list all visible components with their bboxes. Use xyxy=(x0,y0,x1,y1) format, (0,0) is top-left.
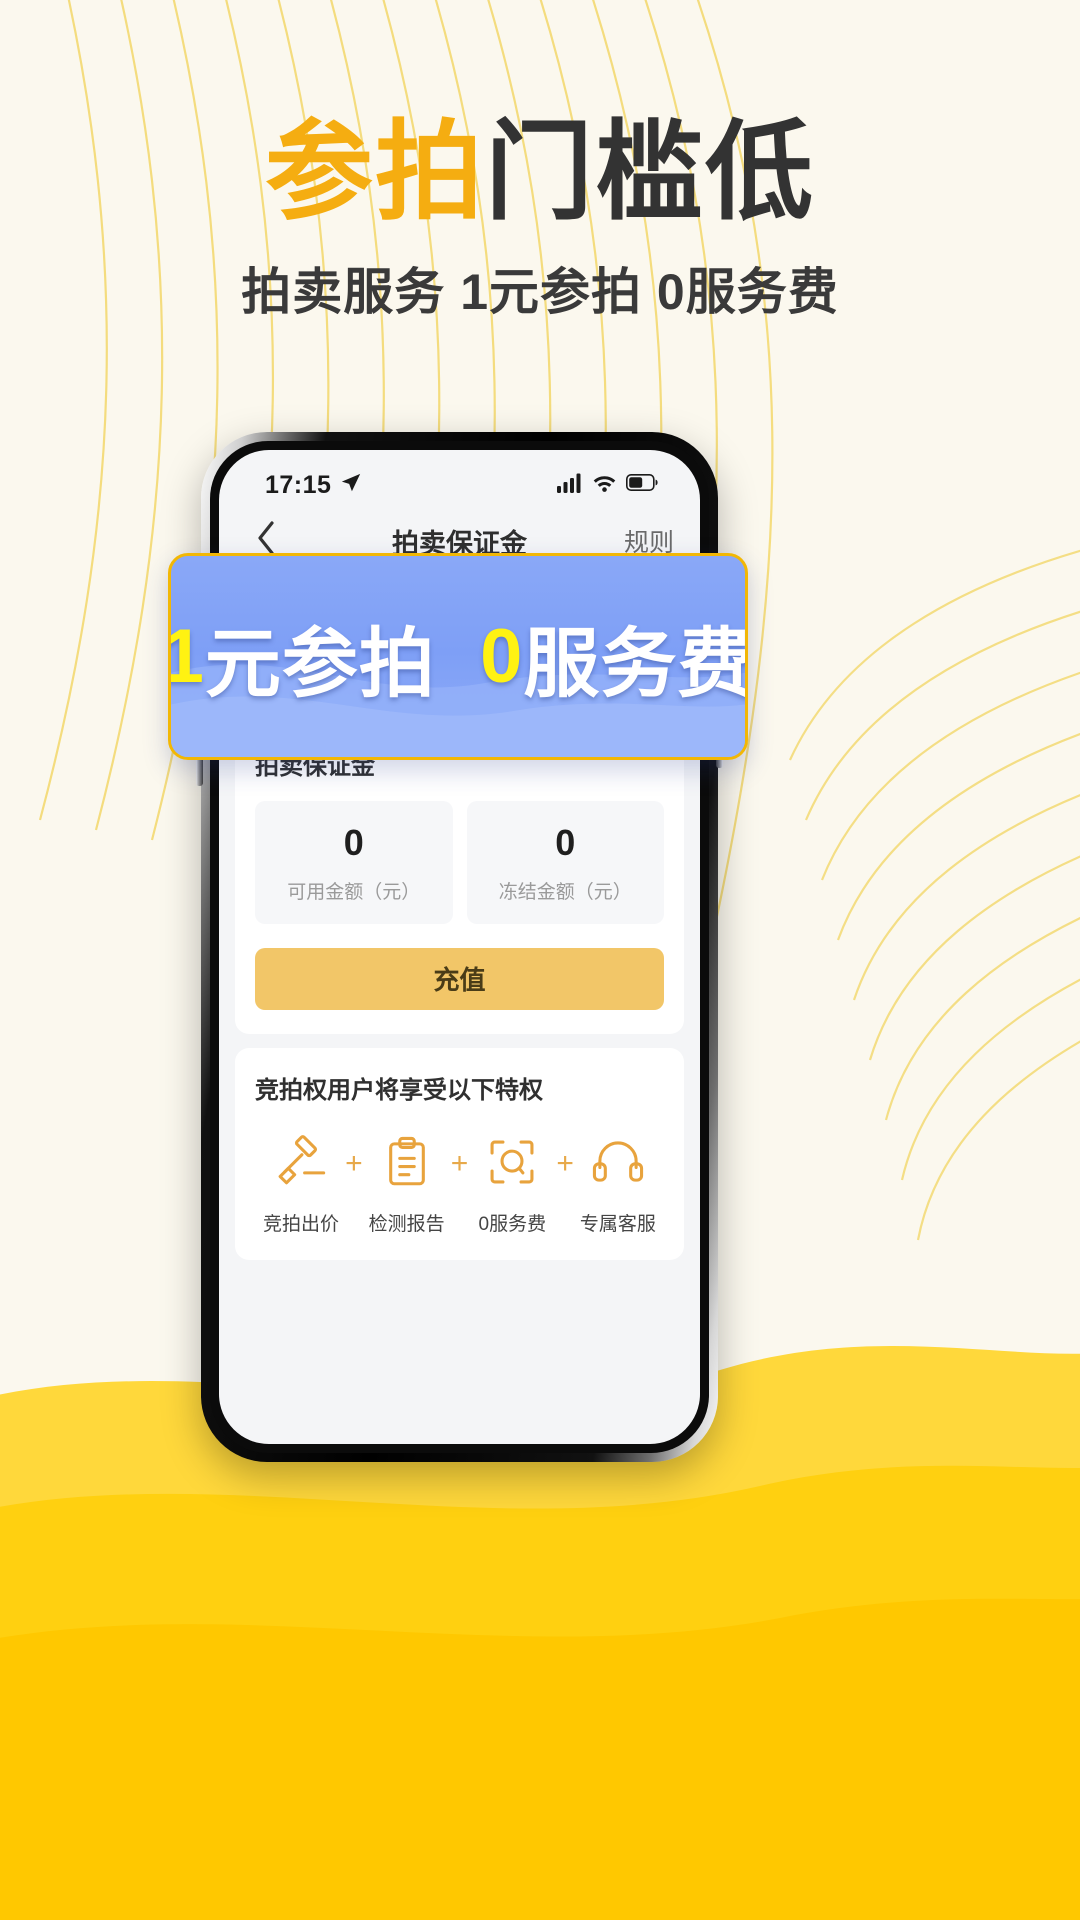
privilege-plus-1: + xyxy=(345,1146,363,1180)
privilege-item-bid: 竞拍出价 xyxy=(257,1129,345,1236)
frozen-amount-value: 0 xyxy=(555,822,576,863)
privilege-item-zero-fee: 0服务费 xyxy=(468,1129,556,1236)
cellular-signal-icon xyxy=(557,473,583,498)
privilege-label: 专属客服 xyxy=(579,1213,656,1235)
promo-number-zero: 0 xyxy=(480,614,524,699)
headline-highlight: 参拍 xyxy=(264,111,485,232)
privileges-card: 竞拍权用户将享受以下特权 竞拍出价 + 检测报告 + 0服务费 + 专属客服 xyxy=(235,1047,684,1260)
headline-rest: 门槛低 xyxy=(485,111,816,232)
location-arrow-icon xyxy=(340,472,362,499)
status-bar: 17:15 xyxy=(219,450,700,508)
amount-row: 0 可用金额（元） 0 冻结金额（元） xyxy=(255,801,664,924)
promo-number-one: 1 xyxy=(171,613,205,700)
available-amount-label: 可用金额（元） xyxy=(287,881,421,903)
privilege-item-report: 检测报告 xyxy=(363,1129,451,1236)
available-amount-value: 0 xyxy=(343,822,364,863)
scan-zero-fee-icon xyxy=(468,1129,556,1195)
status-bar-right xyxy=(557,473,658,498)
privilege-plus-3: + xyxy=(556,1146,574,1180)
clipboard-report-icon xyxy=(363,1129,451,1195)
status-bar-time: 17:15 xyxy=(265,470,332,499)
battery-icon xyxy=(626,474,658,496)
promo-text-zero: 服务费 xyxy=(523,621,748,707)
privilege-item-support: 专属客服 xyxy=(574,1129,662,1236)
poster-subheadline: 拍卖服务 1元参拍 0服务费 xyxy=(241,264,839,320)
poster-headline: 参拍门槛低 xyxy=(0,118,1080,226)
privileges-card-title: 竞拍权用户将享受以下特权 xyxy=(255,1076,543,1104)
available-amount-box: 0 可用金额（元） xyxy=(255,801,453,924)
promo-text-one: 元参拍 xyxy=(204,621,436,707)
privilege-label: 检测报告 xyxy=(368,1213,445,1235)
recharge-button[interactable]: 充值 xyxy=(255,947,664,1010)
status-bar-left: 17:15 xyxy=(265,471,362,500)
gavel-icon xyxy=(257,1129,345,1195)
privilege-label: 竞拍出价 xyxy=(263,1213,340,1235)
promo-banner: 1元参拍 0服务费 xyxy=(168,553,748,760)
deposit-card: 拍卖保证金 0 可用金额（元） 0 冻结金额（元） 充值 xyxy=(235,724,684,1034)
privilege-label: 0服务费 xyxy=(478,1213,547,1235)
frozen-amount-box: 0 冻结金额（元） xyxy=(466,801,664,924)
privilege-plus-2: + xyxy=(450,1146,469,1180)
wifi-icon xyxy=(592,473,617,497)
headset-support-icon xyxy=(574,1129,662,1195)
frozen-amount-label: 冻结金额（元） xyxy=(498,881,632,903)
promo-banner-text: 1元参拍 0服务费 xyxy=(171,556,745,757)
privileges-grid: 竞拍出价 + 检测报告 + 0服务费 + 专属客服 xyxy=(255,1125,664,1236)
